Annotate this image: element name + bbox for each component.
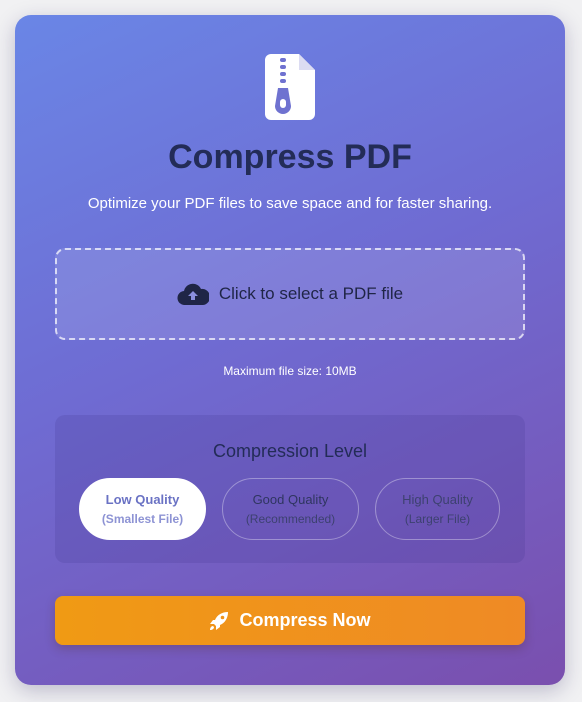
zip-file-icon — [265, 54, 315, 120]
page-title: Compress PDF — [168, 138, 412, 176]
compression-level-title: Compression Level — [212, 441, 368, 461]
option-label: Low Quality — [105, 492, 180, 507]
option-sublabel: (Smallest File) — [101, 512, 184, 526]
compress-now-label: Compress Now — [239, 610, 371, 630]
option-label: Good Quality — [252, 492, 329, 507]
option-sublabel: (Recommended) — [245, 512, 336, 526]
max-file-size-note: Maximum file size: 10MB — [223, 364, 357, 378]
cloud-upload-icon — [177, 283, 209, 305]
dropzone-label: Click to select a PDF file — [218, 284, 404, 303]
option-sublabel: (Larger File) — [404, 512, 471, 526]
page-subtitle: Optimize your PDF files to save space an… — [87, 195, 493, 212]
file-dropzone[interactable]: Click to select a PDF file — [55, 248, 525, 340]
rocket-icon — [210, 611, 229, 630]
compress-card: Compress PDF Optimize your PDF files to … — [15, 15, 565, 685]
option-label: High Quality — [402, 492, 473, 507]
option-high-quality[interactable]: High Quality (Larger File) — [375, 478, 500, 540]
compress-now-button[interactable]: Compress Now — [55, 596, 525, 645]
option-good-quality[interactable]: Good Quality (Recommended) — [222, 478, 359, 540]
compression-level-panel: Compression Level Low Quality (Smallest … — [55, 415, 525, 563]
option-low-quality[interactable]: Low Quality (Smallest File) — [79, 478, 206, 540]
